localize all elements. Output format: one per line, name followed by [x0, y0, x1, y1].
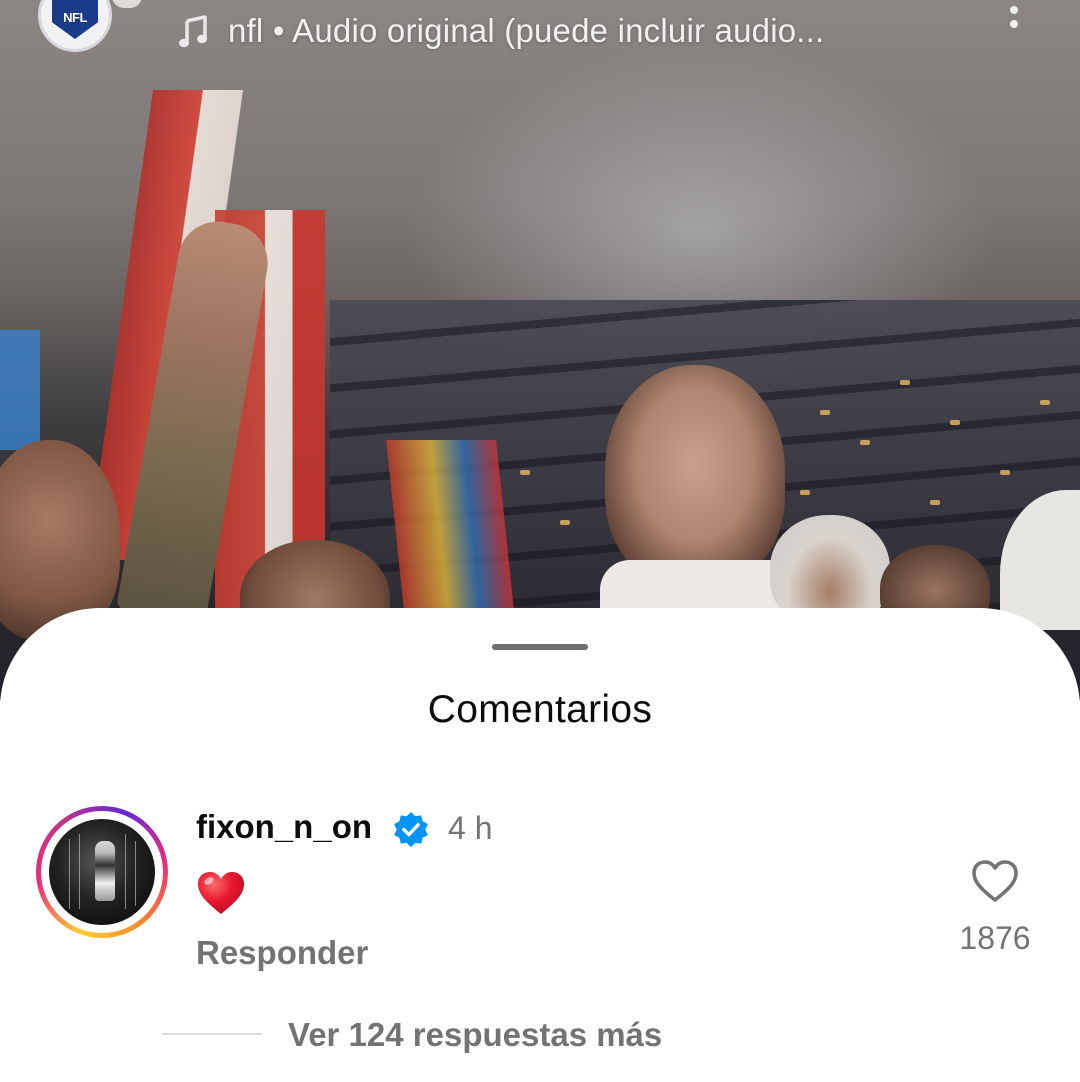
- stand-light: [1040, 400, 1050, 405]
- reel-video[interactable]: [0, 0, 1080, 700]
- stand-light: [560, 520, 570, 525]
- audio-label[interactable]: nfl • Audio original (puede incluir audi…: [228, 12, 824, 50]
- like-count: 1876: [959, 920, 1031, 956]
- account-avatar[interactable]: NFL: [38, 0, 112, 52]
- stand-light: [820, 410, 830, 415]
- music-note-icon: [179, 15, 207, 48]
- sheet-drag-handle[interactable]: [492, 644, 588, 650]
- stand-light: [950, 420, 960, 425]
- view-replies-button[interactable]: Ver 124 respuestas más: [288, 1016, 662, 1054]
- stand-light: [900, 380, 910, 385]
- nfl-logo-text: NFL: [63, 10, 87, 25]
- comment-timestamp: 4 h: [448, 810, 493, 846]
- more-vertical-icon[interactable]: [1004, 0, 1024, 28]
- avatar-figure: [95, 841, 115, 901]
- nfl-logo: NFL: [52, 0, 98, 39]
- stand-light: [520, 470, 530, 475]
- stand-light: [930, 500, 940, 505]
- heart-outline-icon[interactable]: [970, 858, 1020, 904]
- comments-sheet: Comentarios fixon_n_on 4 h Responder 187…: [0, 608, 1080, 1082]
- verified-badge-icon: [394, 811, 428, 848]
- story-ring-fragment: [112, 0, 142, 8]
- commenter-avatar[interactable]: [36, 806, 168, 938]
- avatar-photo: [49, 819, 155, 925]
- stand-light: [860, 440, 870, 445]
- comment-username[interactable]: fixon_n_on: [196, 808, 372, 846]
- reel-top-bar: NFL nfl • Audio original (puede incluir …: [0, 0, 1080, 70]
- reply-button[interactable]: Responder: [196, 934, 368, 972]
- flag-blue: [0, 330, 40, 450]
- reel-screen: NFL nfl • Audio original (puede incluir …: [0, 0, 1080, 1082]
- stand-light: [1000, 470, 1010, 475]
- performer: [605, 365, 785, 585]
- sheet-title: Comentarios: [427, 688, 653, 731]
- replies-divider: [162, 1033, 262, 1035]
- stand-light: [800, 490, 810, 495]
- flag-small: [386, 440, 514, 610]
